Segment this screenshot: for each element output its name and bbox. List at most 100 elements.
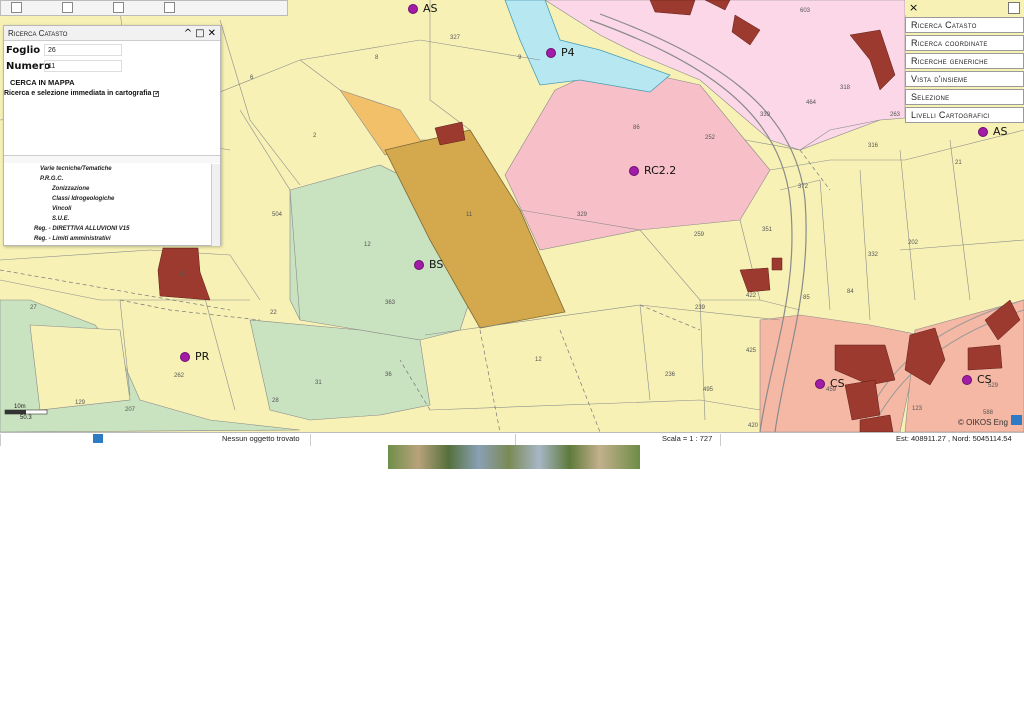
zone-label: CS [830,377,845,390]
layer-item[interactable]: Vincoli [32,204,220,214]
parcel-label: 9 [518,55,522,61]
parcel-label: 351 [762,227,773,233]
parcel-label: 327 [450,35,461,41]
menu-selezione[interactable]: Selezione [905,89,1024,105]
menu-ricerca-coordinate[interactable]: Ricerca coordinate [905,35,1024,51]
zone-marker-as[interactable]: AS [408,2,438,15]
cerca-in-mappa-button[interactable]: CERCA IN MAPPA [10,78,220,87]
zone-marker-cs[interactable]: CS [815,377,845,390]
scale-bar-label: 10m [14,404,26,410]
layer-item[interactable]: Varie tecniche/Tematiche [32,164,220,174]
toolbar-checkbox[interactable] [164,2,175,13]
close-icon[interactable]: ✕ [208,28,216,39]
top-toolbar [0,0,288,16]
parcel-label: 339 [760,112,771,118]
zone-marker-cs[interactable]: CS [962,373,992,386]
parcel-label: 6 [250,75,254,81]
zone-dot-icon [629,165,639,176]
horizontal-scrollbar[interactable] [4,155,220,163]
parcel-label: 85 [803,295,810,301]
zone-label: CS [977,373,992,386]
parcel-label: 262 [174,373,185,379]
parcel-label: 11 [466,212,473,218]
zone-label: P4 [561,46,575,59]
parcel-label: 8 [375,55,379,61]
parcel-label: 252 [705,135,716,141]
zone-marker-bs[interactable]: BS [414,258,443,271]
close-icon[interactable]: × [909,1,918,14]
parcel-label: 28 [272,398,279,404]
zone-dot-icon [815,378,825,389]
foglio-row: Foglio 26 [4,43,220,57]
parcel-label: 332 [868,252,879,258]
parcel-label: 603 [800,8,811,14]
menu-ricerche-generiche[interactable]: Ricerche generiche [905,53,1024,69]
toolbar-checkbox[interactable] [62,2,73,13]
layer-item[interactable]: Reg. - DIRETTIVA ALLUVIONI V15 [32,224,220,234]
parcel-label: 36 [385,372,392,378]
zone-dot-icon [962,374,972,385]
zone-dot-icon [546,47,556,58]
foglio-input[interactable]: 26 [44,44,122,56]
zone-marker-p4[interactable]: P4 [546,46,575,59]
parcel-label: 202 [908,240,919,246]
parcel-label: 263 [890,112,901,118]
town-banner-image [388,445,640,469]
immediate-search-checkbox[interactable]: ✓ [153,90,159,97]
parcel-label: 363 [385,300,396,306]
zone-dot-icon [414,259,424,270]
numero-row: Numero 11 [4,59,220,73]
zone-marker-as[interactable]: AS [978,125,1008,138]
scale-bar-value: 50.3 [20,415,32,421]
menu-ricerca-catasto[interactable]: Ricerca Catasto [905,17,1024,33]
parcel-label: 259 [694,232,705,238]
ricerca-catasto-panel: Ricerca Catasto ^ □ ✕ Foglio 26 Numero 1… [3,25,221,246]
zone-marker-rc22[interactable]: RC2.2 [629,164,676,177]
zone-label: RC2.2 [644,164,677,177]
foglio-label: Foglio [6,44,41,56]
parcel-label: 129 [75,400,86,406]
toolbar-checkbox[interactable] [113,2,124,13]
logo-icon [1011,415,1022,425]
zone-label: BS [429,258,444,271]
panel-controls: ^ □ ✕ [184,28,216,39]
zone-marker-pr[interactable]: PR [180,350,209,363]
parcel-label: 318 [840,85,851,91]
layer-item[interactable]: Classi Idrogeologiche [32,194,220,204]
vertical-scrollbar[interactable] [211,164,220,246]
immediate-search-option[interactable]: Ricerca e selezione immediata in cartogr… [4,90,220,97]
parcel-label: 422 [746,293,757,299]
parcel-label: 123 [912,406,923,412]
status-bar: Nessun oggetto trovato Scala = 1 : 727 E… [0,432,1024,446]
parcel-label: 207 [125,407,136,413]
layer-item[interactable]: Zonizzazione [32,184,220,194]
collapse-icon[interactable]: ^ [184,28,192,39]
layer-tree: Varie tecniche/Tematiche P.R.G.C. Zonizz… [4,164,220,246]
numero-label: Numero [6,60,51,72]
credit-text: © OIKOS Eng [958,418,1008,427]
panel-header[interactable]: Ricerca Catasto ^ □ ✕ [4,26,220,41]
parcel-label: 236 [665,372,676,378]
layer-item[interactable]: P.R.G.C. [32,174,220,184]
toolbar-checkbox[interactable] [11,2,22,13]
status-coordinates: Est: 408911.27 , Nord: 5045114.54 [896,434,1012,443]
parcel-label: 504 [272,212,283,218]
parcel-label: 12 [535,357,542,363]
parcel-label: 22 [270,310,277,316]
menu-vista-insieme[interactable]: Vista d'insieme [905,71,1024,87]
layer-item[interactable]: S.U.E. [32,214,220,224]
parcel-label: 84 [847,289,854,295]
status-message: Nessun oggetto trovato [222,434,300,443]
menu-livelli-cartografici[interactable]: Livelli Cartografici [905,107,1024,123]
menu-checkbox[interactable] [1008,1,1020,14]
parcel-label: 86 [633,125,640,131]
numero-input[interactable]: 11 [44,60,122,72]
parcel-label: 425 [746,348,757,354]
maximize-icon[interactable]: □ [195,28,204,39]
parcel-label: 372 [798,184,809,190]
parcel-label: 329 [577,212,588,218]
zone-dot-icon [978,126,988,137]
right-menu: × Ricerca Catasto Ricerca coordinate Ric… [905,0,1024,123]
parcel-label: 316 [868,143,879,149]
layer-item[interactable]: Reg. - Limiti amministrativi [32,234,220,244]
